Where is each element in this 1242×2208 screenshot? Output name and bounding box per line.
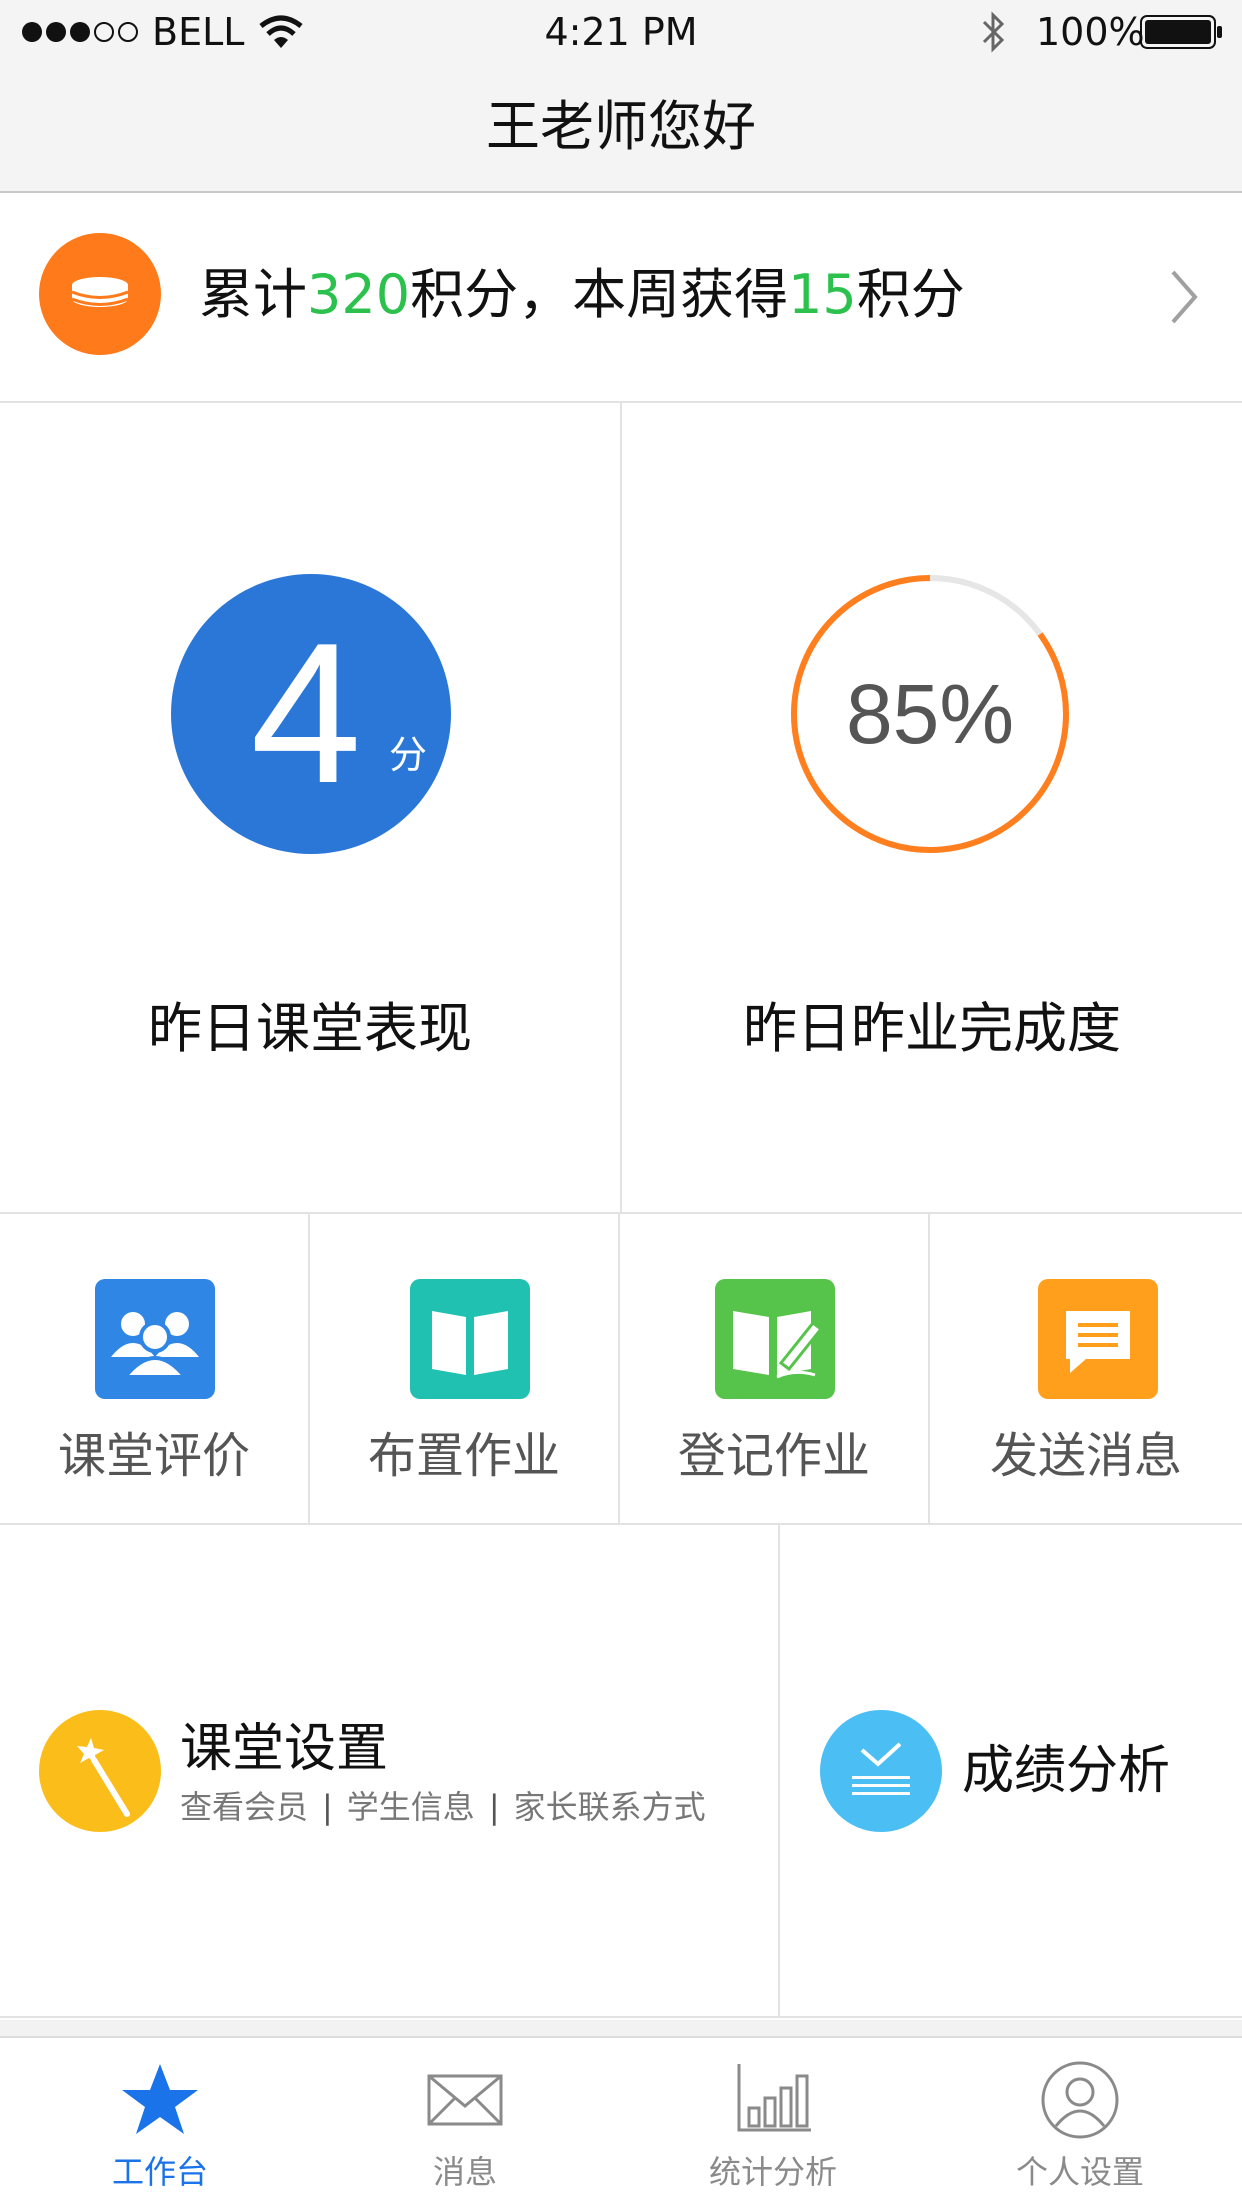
points-prefix: 累计 [199, 263, 307, 326]
class-settings-links: 查看会员 | 学生信息 | 家长联系方式 [180, 1785, 706, 1829]
progress-percent: 85% [845, 667, 1015, 761]
tab-label: 统计分析 [708, 2153, 837, 2191]
homework-completion-label: 昨日昨业完成度 [743, 997, 1121, 1060]
link-student-info[interactable]: 学生信息 [347, 1788, 475, 1826]
tab-bar: 工作台 消息 统计分析 个人设置 [0, 2040, 1242, 2208]
action-label: 发送消息 [989, 1428, 1182, 1484]
action-class-evaluation[interactable]: 课堂评价 [0, 1214, 310, 1525]
bluetooth-icon [978, 8, 1008, 56]
action-label: 布置作业 [367, 1428, 560, 1484]
class-performance-card[interactable]: 4 分 昨日课堂表现 [0, 403, 620, 1214]
grade-analysis-card[interactable]: 成绩分析 [780, 1525, 1242, 2018]
chat-icon [1038, 1279, 1158, 1399]
stats-panel: 4 分 昨日课堂表现 85% 昨日昨业完成度 [0, 403, 1242, 1214]
star-icon [120, 2060, 200, 2140]
link-view-members[interactable]: 查看会员 [180, 1788, 308, 1826]
score-unit: 分 [389, 733, 428, 777]
action-register-homework[interactable]: 登记作业 [620, 1214, 930, 1525]
separator: | [322, 1788, 333, 1826]
action-label: 课堂评价 [57, 1428, 250, 1484]
tab-workbench[interactable]: 工作台 [5, 2040, 315, 2208]
points-suffix: 积分 [856, 263, 965, 326]
tab-personal-settings[interactable]: 个人设置 [925, 2040, 1235, 2208]
points-summary: 累计320积分，本周获得15积分 [199, 255, 965, 335]
user-icon [1040, 2060, 1120, 2140]
action-assign-homework[interactable]: 布置作业 [310, 1214, 620, 1525]
class-settings-title: 课堂设置 [180, 1719, 389, 1779]
group-icon [95, 1279, 215, 1399]
tab-label: 个人设置 [1015, 2153, 1144, 2191]
book-icon [410, 1279, 530, 1399]
page-title: 王老师您好 [486, 95, 756, 158]
tab-label: 工作台 [111, 2153, 208, 2191]
tabbar-separator [0, 2020, 1242, 2038]
tab-label: 消息 [432, 2153, 497, 2191]
features-panel: 课堂设置 查看会员 | 学生信息 | 家长联系方式 成绩分析 [0, 1525, 1242, 2018]
tab-messages[interactable]: 消息 [310, 2040, 620, 2208]
magic-wand-icon [39, 1710, 161, 1832]
separator: | [488, 1788, 500, 1826]
bar-chart-icon [733, 2060, 813, 2140]
battery-icon [1140, 14, 1224, 50]
points-total: 320 [307, 263, 411, 326]
homework-completion-card[interactable]: 85% 昨日昨业完成度 [622, 403, 1242, 1214]
score-value: 4 [250, 602, 362, 825]
battery-percent: 100% [1036, 10, 1145, 54]
mail-icon [425, 2060, 505, 2140]
points-banner[interactable]: 累计320积分，本周获得15积分 [0, 195, 1242, 403]
quick-actions: 课堂评价 布置作业 登记作业 发送消息 [0, 1214, 1242, 1525]
top-bar: BELL 4:21 PM 100% 王老师您好 [0, 0, 1242, 193]
points-middle: 积分，本周获得 [410, 263, 789, 326]
book-pen-icon [715, 1279, 835, 1399]
link-parent-contact[interactable]: 家长联系方式 [514, 1788, 706, 1826]
tab-statistics[interactable]: 统计分析 [618, 2040, 928, 2208]
chevron-right-icon [1168, 267, 1200, 327]
action-label: 登记作业 [677, 1428, 870, 1484]
class-performance-label: 昨日课堂表现 [148, 997, 472, 1060]
coins-icon [39, 233, 161, 355]
score-badge: 4 分 [171, 574, 451, 854]
grade-analysis-title: 成绩分析 [962, 1741, 1171, 1801]
report-check-icon [820, 1710, 942, 1832]
progress-ring: 85% [788, 572, 1072, 856]
class-settings-card[interactable]: 课堂设置 查看会员 | 学生信息 | 家长联系方式 [0, 1525, 778, 2018]
action-send-message[interactable]: 发送消息 [930, 1214, 1242, 1525]
points-week: 15 [788, 263, 857, 326]
